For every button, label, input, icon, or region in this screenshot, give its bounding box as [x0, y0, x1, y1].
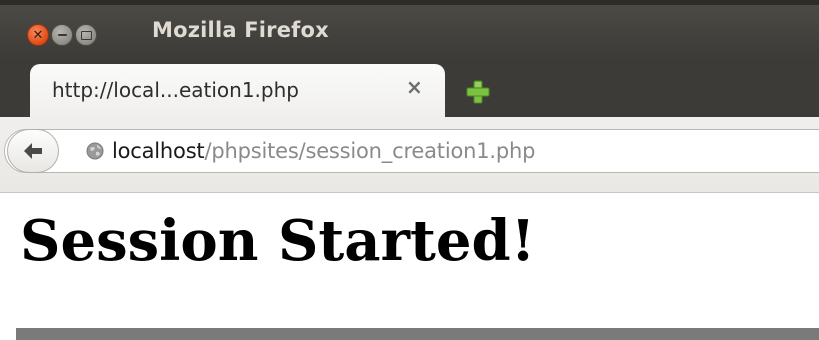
top-panel-edge: [0, 0, 819, 5]
close-icon: ✕: [32, 27, 44, 43]
page-heading: Session Started!: [20, 208, 536, 274]
tab-close-icon[interactable]: ×: [406, 77, 423, 97]
title-bar: ✕ Mozilla Firefox: [0, 0, 819, 60]
url-text[interactable]: localhost/phpsites/session_creation1.php: [112, 139, 535, 163]
url-host: localhost: [112, 139, 205, 163]
new-tab-button[interactable]: [466, 80, 490, 104]
tab-active[interactable]: http://local...eation1.php ×: [30, 64, 445, 117]
back-button[interactable]: [7, 129, 59, 173]
plus-icon: [466, 80, 490, 104]
tab-strip: http://local...eation1.php ×: [0, 60, 819, 117]
globe-icon: [86, 142, 104, 160]
navigation-bar: localhost/phpsites/session_creation1.php: [0, 117, 819, 193]
close-window-button[interactable]: ✕: [27, 24, 49, 46]
window-title: Mozilla Firefox: [152, 18, 329, 42]
minimize-window-button[interactable]: [51, 24, 73, 46]
bottom-panel-edge: [16, 328, 819, 340]
browser-window: ✕ Mozilla Firefox http://local...eation1…: [0, 0, 819, 340]
maximize-icon: [80, 30, 92, 40]
back-arrow-icon: [24, 143, 42, 159]
minimize-icon: [57, 34, 67, 36]
page-content: Session Started!: [0, 193, 819, 340]
maximize-window-button[interactable]: [75, 24, 97, 46]
url-path: /phpsites/session_creation1.php: [204, 139, 536, 163]
tab-title: http://local...eation1.php: [52, 78, 299, 102]
